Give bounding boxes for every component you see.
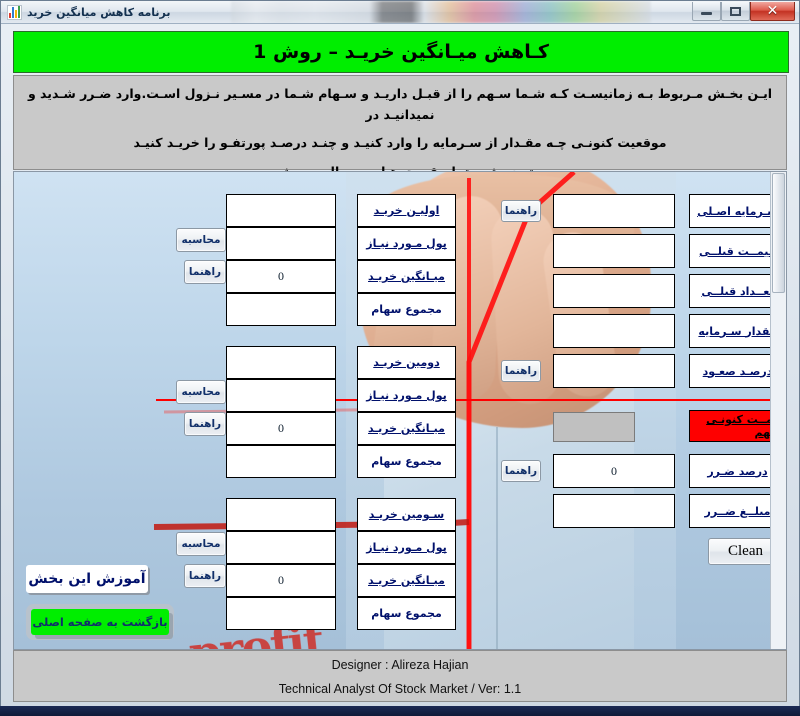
titlebar-reflection [231, 1, 651, 23]
input-capital-amount[interactable] [553, 314, 675, 348]
label-purchase2-money: پول مـورد نیـاز [357, 379, 456, 412]
window-title: برنامه کاهش میانگین خرید [27, 6, 171, 19]
input-growth-percent[interactable] [553, 354, 675, 388]
input-loss-amount[interactable] [553, 494, 675, 528]
input-purchase1-average[interactable]: 0 [226, 260, 336, 293]
minimize-icon [701, 12, 712, 15]
close-button[interactable]: ✕ [750, 2, 795, 21]
help-button-loss-percent[interactable]: راهنما [501, 460, 541, 482]
page-title: کـاهش میـانگین خریـد – روش 1 [253, 41, 549, 63]
application-window: برنامه کاهش میانگین خرید ✕ کـاهش میـانگی… [0, 0, 800, 716]
input-purchase1-total[interactable] [226, 293, 336, 326]
help-button-capital[interactable]: راهنما [501, 200, 541, 222]
input-purchase3-money[interactable] [226, 531, 336, 564]
input-purchase2-price[interactable] [226, 346, 336, 379]
help-button-group1[interactable]: راهنما [184, 260, 226, 284]
description-panel: ایـن بخـش مـربوط بـه زمانیسـت کـه شـما س… [13, 75, 787, 179]
minimize-button[interactable] [692, 2, 721, 21]
page-title-banner: کـاهش میـانگین خریـد – روش 1 [13, 31, 789, 73]
label-purchase1-money: پول مـورد نیـاز [357, 227, 456, 260]
footer-designer: Designer : Alireza Hajian [331, 658, 469, 672]
description-line-1: ایـن بخـش مـربوط بـه زمانیسـت کـه شـما س… [27, 86, 773, 122]
label-purchase3-money: پول مـورد نیـاز [357, 531, 456, 564]
tutorial-button[interactable]: آموزش این بخش [26, 565, 148, 593]
left-edge-strip [13, 172, 14, 650]
input-purchase1-money[interactable] [226, 227, 336, 260]
close-icon: ✕ [766, 3, 779, 19]
label-purchase3-total: مجموع سهام [357, 597, 456, 630]
title-bar: برنامه کاهش میانگین خرید ✕ [1, 1, 799, 24]
help-button-group3[interactable]: راهنما [184, 564, 226, 588]
input-purchase3-total[interactable] [226, 597, 336, 630]
bottom-edge [0, 706, 800, 716]
description-line-2: موقعیت کنونـی چـه مقـدار از سـرمایه را و… [133, 135, 667, 151]
maximize-icon [730, 6, 741, 16]
help-button-growth-percent[interactable]: راهنما [501, 360, 541, 382]
calc-button-group3[interactable]: محاسبه [176, 532, 226, 556]
input-previous-price[interactable] [553, 234, 675, 268]
main-content: profit راهنما سـرمایه اصـلی قیمــت قبلــ… [13, 171, 787, 650]
label-purchase1-total: مجموع سهام [357, 293, 456, 326]
input-purchase2-money[interactable] [226, 379, 336, 412]
input-capital[interactable] [553, 194, 675, 228]
input-purchase3-price[interactable] [226, 498, 336, 531]
label-purchase1-average: میـانگین خریـد [357, 260, 456, 293]
input-previous-quantity[interactable] [553, 274, 675, 308]
back-home-button[interactable]: بازگشت به صفحه اصلی [31, 609, 169, 635]
help-button-group2[interactable]: راهنما [184, 412, 226, 436]
label-purchase3-average: میـانگین خریـد [357, 564, 456, 597]
label-purchase2-average: میـانگین خریـد [357, 412, 456, 445]
calc-button-group1[interactable]: محاسبه [176, 228, 226, 252]
chart-icon [7, 5, 22, 20]
input-loss-percent[interactable]: 0 [553, 454, 675, 488]
input-purchase1-price[interactable] [226, 194, 336, 227]
input-purchase3-average[interactable]: 0 [226, 564, 336, 597]
label-purchase2-total: مجموع سهام [357, 445, 456, 478]
vertical-scrollbar[interactable] [770, 172, 786, 649]
input-current-price[interactable] [553, 412, 635, 442]
footer-panel: Designer : Alireza Hajian Technical Anal… [13, 650, 787, 702]
input-purchase2-average[interactable]: 0 [226, 412, 336, 445]
footer-role-version: Technical Analyst Of Stock Market / Ver:… [278, 682, 522, 696]
label-purchase2-price: دومین خریـد [357, 346, 456, 379]
input-purchase2-total[interactable] [226, 445, 336, 478]
label-purchase1-price: اولیـن خریـد [357, 194, 456, 227]
label-purchase3-price: سـومین خریـد [357, 498, 456, 531]
window-controls: ✕ [692, 2, 795, 21]
calc-button-group2[interactable]: محاسبه [176, 380, 226, 404]
maximize-button[interactable] [721, 2, 750, 21]
scrollbar-thumb[interactable] [772, 173, 785, 293]
